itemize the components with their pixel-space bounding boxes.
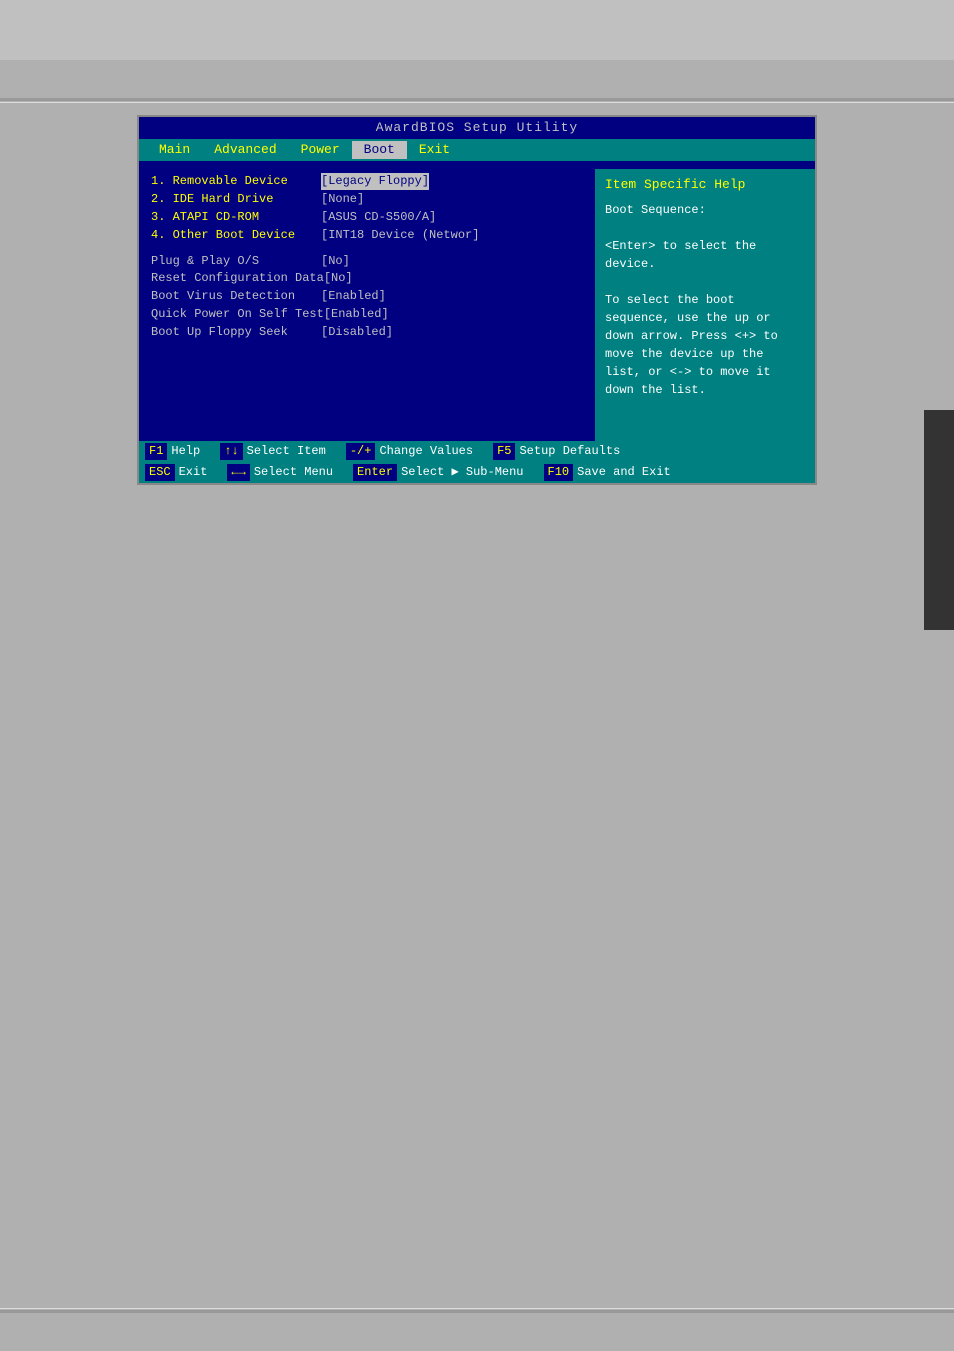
help-title: Item Specific Help: [605, 175, 805, 195]
setting-row-5: Boot Up Floppy Seek [Disabled]: [151, 324, 583, 341]
top-line-2: [0, 102, 954, 103]
setting-value-3: [Enabled]: [321, 288, 386, 305]
footer-row-2: ESC Exit ←→ Select Menu Enter Select ▶ S…: [139, 462, 815, 483]
setting-value-5: [Disabled]: [321, 324, 393, 341]
f1-key: F1: [145, 443, 167, 460]
footer-enter: Enter Select ▶ Sub-Menu: [353, 464, 523, 481]
setting-value-4: [Enabled]: [324, 306, 389, 323]
esc-key: ESC: [145, 464, 175, 481]
footer-f1: F1 Help: [145, 443, 200, 460]
f5-desc: Setup Defaults: [519, 443, 620, 460]
boot-device-value-1: [Legacy Floppy]: [321, 173, 429, 190]
setting-row-3: Boot Virus Detection [Enabled]: [151, 288, 583, 305]
menu-exit[interactable]: Exit: [407, 141, 462, 159]
bios-window: AwardBIOS Setup Utility Main Advanced Po…: [137, 115, 817, 485]
bios-left-panel: 1. Removable Device [Legacy Floppy] 2. I…: [139, 169, 595, 441]
bios-help-panel: Item Specific Help Boot Sequence: <Enter…: [595, 169, 815, 441]
footer-updown: ↑↓ Select Item: [220, 443, 326, 460]
menu-main[interactable]: Main: [147, 141, 202, 159]
f10-desc: Save and Exit: [577, 464, 671, 481]
help-text: Boot Sequence: <Enter> to select the dev…: [605, 201, 805, 399]
setting-row-4: Quick Power On Self Test [Enabled]: [151, 306, 583, 323]
leftright-key: ←→: [227, 464, 249, 481]
enter-desc: Select ▶ Sub-Menu: [401, 464, 523, 481]
sidebar-strip: [924, 410, 954, 630]
footer-leftright: ←→ Select Menu: [227, 464, 333, 481]
bios-body: 1. Removable Device [Legacy Floppy] 2. I…: [139, 161, 815, 441]
boot-device-label-1: 1. Removable Device: [151, 173, 321, 190]
leftright-desc: Select Menu: [254, 464, 333, 481]
boot-device-row-3: 3. ATAPI CD-ROM [ASUS CD-S500/A]: [151, 209, 583, 226]
f1-desc: Help: [171, 443, 200, 460]
setting-value-1: [No]: [321, 253, 350, 270]
boot-device-row-2: 2. IDE Hard Drive [None]: [151, 191, 583, 208]
bios-menu-bar: Main Advanced Power Boot Exit: [139, 139, 815, 161]
boot-device-label-2: 2. IDE Hard Drive: [151, 191, 321, 208]
footer-f10: F10 Save and Exit: [544, 464, 671, 481]
setting-row-2: Reset Configuration Data [No]: [151, 270, 583, 287]
setting-row-1: Plug & Play O/S [No]: [151, 253, 583, 270]
footer-change: -/+ Change Values: [346, 443, 473, 460]
setting-label-4: Quick Power On Self Test: [151, 306, 324, 323]
updown-key: ↑↓: [220, 443, 242, 460]
f5-key: F5: [493, 443, 515, 460]
footer-esc: ESC Exit: [145, 464, 207, 481]
setting-label-3: Boot Virus Detection: [151, 288, 321, 305]
bios-title-bar: AwardBIOS Setup Utility: [139, 117, 815, 139]
boot-device-row-1: 1. Removable Device [Legacy Floppy]: [151, 173, 583, 190]
change-key: -/+: [346, 443, 376, 460]
bottom-line-2: [0, 1308, 954, 1309]
setting-label-1: Plug & Play O/S: [151, 253, 321, 270]
top-line: [0, 98, 954, 101]
updown-desc: Select Item: [247, 443, 326, 460]
footer-row-1: F1 Help ↑↓ Select Item -/+ Change Values…: [139, 441, 815, 462]
change-desc: Change Values: [379, 443, 473, 460]
esc-desc: Exit: [179, 464, 208, 481]
boot-device-value-4: [INT18 Device (Networ]: [321, 227, 479, 244]
menu-advanced[interactable]: Advanced: [202, 141, 288, 159]
menu-boot[interactable]: Boot: [352, 141, 407, 159]
boot-device-row-4: 4. Other Boot Device [INT18 Device (Netw…: [151, 227, 583, 244]
boot-device-value-2: [None]: [321, 191, 364, 208]
bottom-line: [0, 1310, 954, 1313]
enter-key: Enter: [353, 464, 397, 481]
setting-label-5: Boot Up Floppy Seek: [151, 324, 321, 341]
menu-power[interactable]: Power: [289, 141, 352, 159]
f10-key: F10: [544, 464, 574, 481]
setting-value-2: [No]: [324, 270, 353, 287]
boot-device-value-3: [ASUS CD-S500/A]: [321, 209, 436, 226]
boot-device-label-4: 4. Other Boot Device: [151, 227, 321, 244]
setting-label-2: Reset Configuration Data: [151, 270, 324, 287]
boot-device-label-3: 3. ATAPI CD-ROM: [151, 209, 321, 226]
footer-f5: F5 Setup Defaults: [493, 443, 620, 460]
bios-title: AwardBIOS Setup Utility: [376, 120, 578, 135]
bios-footer: F1 Help ↑↓ Select Item -/+ Change Values…: [139, 441, 815, 483]
